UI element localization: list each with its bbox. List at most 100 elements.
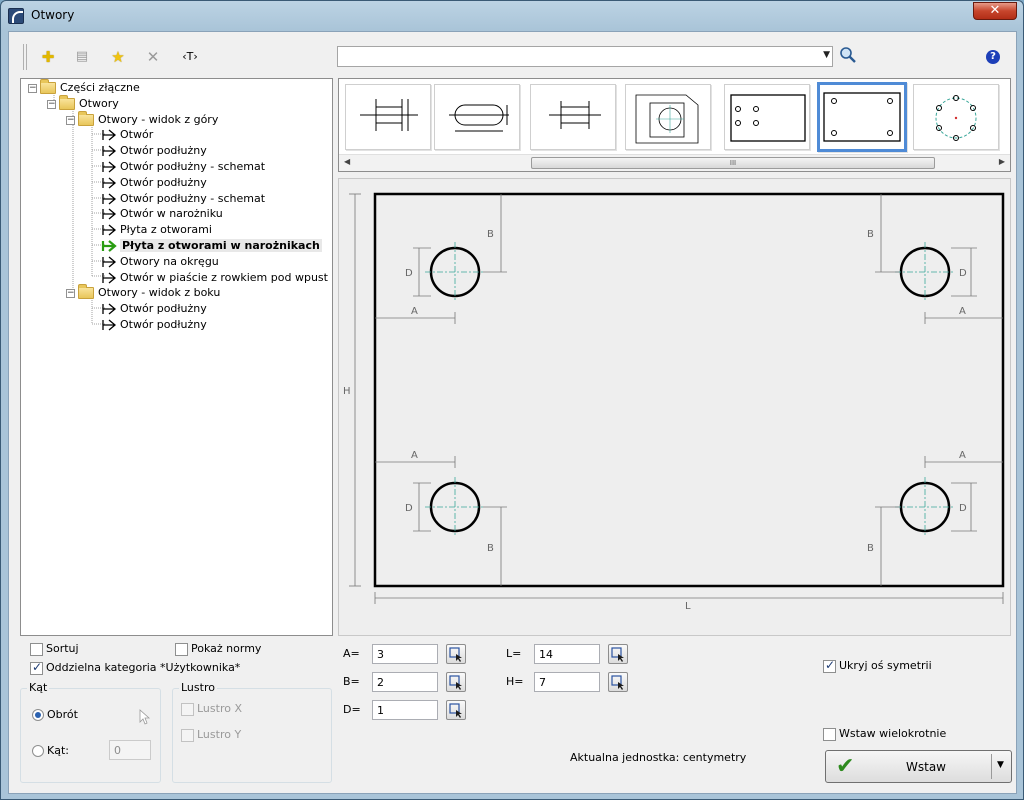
tree-item[interactable]: Otwór podłużny bbox=[101, 175, 207, 191]
scroll-right-icon[interactable]: ▶ bbox=[999, 157, 1005, 166]
thumbnail-holes-on-circle[interactable] bbox=[913, 84, 999, 150]
param-D-input[interactable]: 1 bbox=[372, 700, 438, 720]
thumbnail-hole[interactable] bbox=[345, 84, 431, 150]
thumbnail-strip[interactable]: ◀ III ▶ bbox=[338, 78, 1011, 172]
tree-item[interactable]: Otwór podłużny bbox=[101, 143, 207, 159]
help-icon[interactable]: ? bbox=[986, 50, 1000, 64]
checkbox-box[interactable] bbox=[175, 642, 188, 656]
tree-item[interactable]: Otwór podłużny - schemat bbox=[101, 191, 265, 207]
thumbnail-drawing bbox=[730, 94, 806, 142]
add-icon[interactable]: ✚ bbox=[37, 46, 59, 68]
param-H-input[interactable]: 7 bbox=[534, 672, 600, 692]
pick-B-button[interactable] bbox=[446, 672, 466, 692]
scroll-left-icon[interactable]: ◀ bbox=[344, 157, 350, 166]
folder-icon bbox=[78, 284, 94, 299]
scrollbar-thumb[interactable]: III bbox=[531, 157, 935, 169]
collapse-icon[interactable]: − bbox=[28, 83, 37, 93]
close-button[interactable]: ✕ bbox=[973, 2, 1017, 20]
checkbox-box[interactable] bbox=[30, 660, 43, 675]
search-combo[interactable]: ▼ bbox=[337, 46, 833, 67]
tree-item-label: Otwór w narożniku bbox=[120, 207, 223, 220]
param-L-label: L= bbox=[506, 647, 522, 660]
tree-item[interactable]: Otwór podłużny bbox=[101, 301, 207, 317]
text-tag-icon[interactable]: ‹T› bbox=[177, 46, 203, 68]
tree-item[interactable]: Otwór w piaście z rowkiem pod wpust bbox=[101, 270, 328, 286]
thumbnail-slot[interactable] bbox=[434, 84, 520, 150]
tree-item-selected[interactable]: Płyta z otworami w narożnikach bbox=[101, 238, 322, 254]
insert-multiple-checkbox[interactable]: Wstaw wielokrotnie bbox=[823, 727, 946, 741]
radio-dot[interactable] bbox=[32, 709, 44, 721]
tree-item-label: Otwory na okręgu bbox=[120, 255, 219, 268]
search-icon[interactable] bbox=[839, 46, 857, 64]
thumbnail-plate-corner-holes[interactable] bbox=[817, 82, 907, 152]
param-A-input[interactable]: 3 bbox=[372, 644, 438, 664]
sort-checkbox[interactable]: Sortuj bbox=[30, 642, 79, 656]
mirror-group: Lustro Lustro X Lustro Y bbox=[172, 681, 332, 783]
checkbox-box[interactable] bbox=[30, 642, 43, 656]
hide-symmetry-checkbox[interactable]: Ukryj oś symetrii bbox=[823, 658, 932, 673]
toolbar-grip[interactable] bbox=[23, 44, 27, 70]
thumbnail-slot-schema[interactable] bbox=[530, 84, 616, 150]
pick-H-button[interactable] bbox=[608, 672, 628, 692]
pick-A-button[interactable] bbox=[446, 644, 466, 664]
pick-L-button[interactable] bbox=[608, 644, 628, 664]
param-L-input[interactable]: 14 bbox=[534, 644, 600, 664]
tree-item[interactable]: Otwór podłużny bbox=[101, 317, 207, 333]
param-B-label: B= bbox=[343, 675, 360, 688]
checkbox-box[interactable] bbox=[181, 728, 194, 742]
dim-label-B: B bbox=[487, 543, 494, 554]
mirror-y-checkbox[interactable]: Lustro Y bbox=[181, 728, 241, 742]
properties-icon[interactable]: ▤ bbox=[71, 46, 93, 68]
window-title: Otwory bbox=[31, 8, 75, 22]
thumbnail-drawing bbox=[449, 104, 509, 132]
show-norms-checkbox[interactable]: Pokaż normy bbox=[175, 642, 261, 656]
hide-symmetry-label: Ukryj oś symetrii bbox=[839, 659, 932, 672]
dim-label-A: A bbox=[959, 306, 966, 317]
chevron-down-icon[interactable]: ▼ bbox=[997, 760, 1004, 770]
dialog-window: Otwory ✕ ✚ ▤ ★ ✕ ‹T› ▼ ? − Części złączn… bbox=[0, 0, 1024, 800]
preview-drawing-area: L H A A A A B B B B D D D D bbox=[338, 178, 1011, 636]
mirror-x-checkbox[interactable]: Lustro X bbox=[181, 702, 242, 716]
param-B-input[interactable]: 2 bbox=[372, 672, 438, 692]
thumbnail-plate-holes[interactable] bbox=[724, 84, 810, 150]
collapse-icon[interactable]: − bbox=[66, 288, 75, 298]
tree-node-side-view[interactable]: − Otwory - widok z boku bbox=[66, 284, 220, 301]
tree-item[interactable]: Otwór bbox=[101, 127, 153, 143]
tree-node-root[interactable]: − Części złączne bbox=[28, 79, 140, 96]
tree-item[interactable]: Otwory na okręgu bbox=[101, 254, 219, 270]
tree-item[interactable]: Otwór podłużny - schemat bbox=[101, 159, 265, 175]
checkbox-box[interactable] bbox=[823, 658, 836, 673]
collapse-icon[interactable]: − bbox=[47, 99, 56, 109]
mirror-x-label: Lustro X bbox=[197, 702, 242, 715]
insert-button[interactable]: ✔ Wstaw ▼ bbox=[825, 750, 1012, 783]
part-icon bbox=[102, 319, 117, 331]
checkbox-box[interactable] bbox=[823, 727, 836, 741]
dim-label-A: A bbox=[959, 450, 966, 461]
favorite-icon[interactable]: ★ bbox=[107, 46, 129, 68]
tree-item-label: Otwór podłużny - schemat bbox=[120, 160, 266, 173]
checkbox-box[interactable] bbox=[181, 702, 194, 716]
radio-dot[interactable] bbox=[32, 745, 44, 757]
angle-input[interactable]: 0 bbox=[109, 740, 151, 760]
category-tree[interactable]: − Części złączne − Otwory − Otwory - widok … bbox=[20, 78, 333, 636]
tree-item-label: Płyta z otworami bbox=[120, 223, 212, 236]
tree-node-otwory[interactable]: − Otwory bbox=[47, 95, 119, 112]
pick-D-button[interactable] bbox=[446, 700, 466, 720]
dim-label-B: B bbox=[867, 229, 874, 240]
tree-node-top-view[interactable]: − Otwory - widok z góry bbox=[66, 111, 218, 128]
angle-radio[interactable]: Kąt: bbox=[32, 744, 69, 758]
part-icon bbox=[102, 208, 117, 220]
title-bar[interactable]: Otwory ✕ bbox=[1, 1, 1023, 31]
horizontal-scrollbar[interactable]: ◀ III ▶ bbox=[339, 154, 1010, 171]
chevron-down-icon[interactable]: ▼ bbox=[823, 50, 830, 60]
rotation-radio[interactable]: Obrót bbox=[32, 708, 78, 722]
sort-label: Sortuj bbox=[46, 642, 79, 655]
tree-item[interactable]: Płyta z otworami bbox=[101, 222, 212, 238]
separate-category-checkbox[interactable]: Oddzielna kategoria *Użytkownika* bbox=[30, 660, 240, 675]
delete-icon[interactable]: ✕ bbox=[142, 46, 164, 68]
thumbnail-corner-hole[interactable] bbox=[625, 84, 711, 150]
collapse-icon[interactable]: − bbox=[66, 115, 75, 125]
part-icon bbox=[102, 256, 117, 268]
tree-item[interactable]: Otwór w narożniku bbox=[101, 206, 223, 222]
dim-label-H: H bbox=[343, 386, 351, 397]
